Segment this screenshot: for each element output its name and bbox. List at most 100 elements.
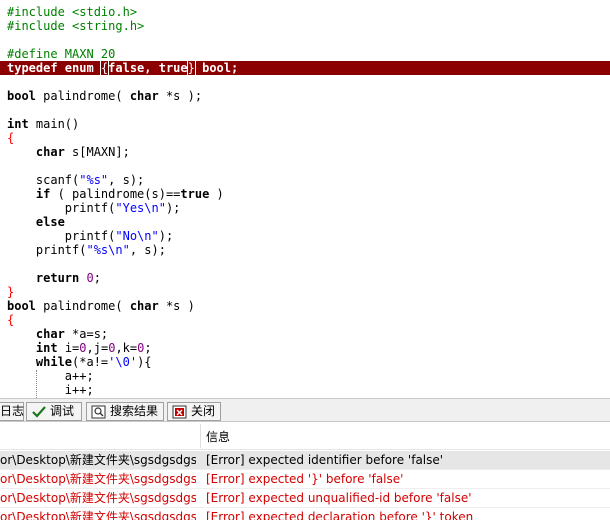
code-token: true bbox=[180, 187, 210, 201]
code-token: return bbox=[35, 271, 80, 285]
code-line[interactable] bbox=[0, 75, 610, 89]
column-header-message[interactable]: 信息 bbox=[206, 424, 230, 450]
code-token: (*a!= bbox=[72, 355, 109, 369]
code-token: false, true bbox=[108, 61, 188, 75]
code-token: char bbox=[35, 145, 65, 159]
code-line[interactable]: { bbox=[0, 313, 610, 327]
code-token: else bbox=[35, 215, 65, 229]
code-token: char bbox=[35, 327, 65, 341]
code-line[interactable]: #define MAXN 20 bbox=[0, 47, 610, 61]
code-token: if bbox=[35, 187, 51, 201]
code-token: typedef enum bbox=[7, 61, 101, 75]
code-line[interactable]: scanf("%s", s); bbox=[0, 173, 610, 187]
code-token: '\0' bbox=[108, 355, 138, 369]
code-line[interactable]: char s[MAXN]; bbox=[0, 145, 610, 159]
code-line[interactable] bbox=[0, 33, 610, 47]
code-line[interactable]: int main() bbox=[0, 117, 610, 131]
bottom-panel-tabs: 日志 调试 搜索结果 关闭 bbox=[0, 398, 610, 422]
result-row[interactable]: or\Desktop\新建文件夹\sgsdgsdgs... [Error] exp… bbox=[0, 489, 610, 508]
code-token: int bbox=[35, 341, 58, 355]
code-line[interactable]: i++; bbox=[0, 383, 610, 397]
result-file-cell: or\Desktop\新建文件夹\sgsdgsdgs... bbox=[0, 491, 196, 505]
code-token: , s); bbox=[129, 243, 166, 257]
code-line[interactable]: return 0; bbox=[0, 271, 610, 285]
tab-close[interactable]: 关闭 bbox=[167, 402, 221, 421]
code-token: printf( bbox=[7, 201, 116, 215]
code-token: #include <string.h> bbox=[7, 19, 145, 33]
code-token: palindrome( bbox=[35, 89, 130, 103]
code-line[interactable]: { bbox=[0, 131, 610, 145]
code-token: ); bbox=[158, 229, 174, 243]
code-token: scanf( bbox=[7, 173, 80, 187]
code-token: "%s" bbox=[79, 173, 109, 187]
code-line[interactable]: printf("Yes\n"); bbox=[0, 201, 610, 215]
code-token: ( palindrome(s)== bbox=[50, 187, 181, 201]
code-token: *s ) bbox=[158, 299, 195, 313]
tab-debug[interactable]: 调试 bbox=[26, 402, 82, 421]
code-line[interactable]: bool palindrome( char *s ); bbox=[0, 89, 610, 103]
code-token: printf( bbox=[7, 243, 87, 257]
search-icon bbox=[91, 405, 107, 419]
result-file-cell: or\Desktop\新建文件夹\sgsdgsdgs... bbox=[0, 453, 196, 467]
code-line[interactable]: #include <string.h> bbox=[0, 19, 610, 33]
code-token: s[MAXN]; bbox=[64, 145, 130, 159]
code-line[interactable]: bool palindrome( char *s ) bbox=[0, 299, 610, 313]
result-row[interactable]: or\Desktop\新建文件夹\sgsdgsdgs... [Error] exp… bbox=[0, 470, 610, 489]
code-token: char bbox=[129, 89, 159, 103]
result-file-cell: or\Desktop\新建文件夹\sgsdgsdgs... bbox=[0, 510, 196, 520]
code-token: 0 bbox=[79, 341, 87, 355]
code-token: ) bbox=[209, 187, 224, 201]
tab-debug-label: 调试 bbox=[50, 404, 75, 418]
code-token: printf( bbox=[7, 229, 116, 243]
code-editor[interactable]: #include <stdio.h> #include <string.h> #de… bbox=[0, 0, 610, 398]
code-token: { bbox=[7, 131, 15, 145]
code-line[interactable] bbox=[0, 103, 610, 117]
code-token: ; bbox=[144, 341, 152, 355]
code-token: *s ); bbox=[158, 89, 203, 103]
code-token: while bbox=[35, 355, 73, 369]
code-line[interactable]: char *a=s; bbox=[0, 327, 610, 341]
code-line[interactable]: #include <stdio.h> bbox=[0, 5, 610, 19]
result-message-cell: [Error] expected declaration before '}' … bbox=[206, 510, 474, 520]
code-token: i= bbox=[57, 341, 80, 355]
tab-search-results[interactable]: 搜索结果 bbox=[86, 402, 164, 421]
code-token: 0 bbox=[86, 271, 94, 285]
results-header bbox=[0, 422, 610, 450]
code-token: bool; bbox=[194, 61, 239, 75]
code-line[interactable] bbox=[0, 257, 610, 271]
compile-results-list[interactable]: 信息 or\Desktop\新建文件夹\sgsdgsdgs... [Error] … bbox=[0, 422, 610, 520]
result-row[interactable]: or\Desktop\新建文件夹\sgsdgsdgs... [Error] exp… bbox=[0, 451, 610, 470]
code-token: { bbox=[7, 313, 15, 327]
code-line[interactable]: int i=0,j=0,k=0; bbox=[0, 341, 610, 355]
tab-log[interactable]: 日志 bbox=[0, 402, 24, 421]
close-icon bbox=[172, 405, 188, 419]
code-token: char bbox=[129, 299, 159, 313]
error-highlighted-line[interactable]: typedef enum {false, true} bool; bbox=[0, 60, 610, 76]
tab-close-label: 关闭 bbox=[191, 404, 216, 418]
code-token: ); bbox=[165, 201, 181, 215]
tab-search-results-label: 搜索结果 bbox=[110, 404, 159, 418]
code-line[interactable]: while(*a!='\0'){ bbox=[0, 355, 610, 369]
code-line[interactable] bbox=[0, 159, 610, 173]
code-token: i++; bbox=[7, 383, 94, 397]
result-row[interactable]: or\Desktop\新建文件夹\sgsdgsdgs... [Error] exp… bbox=[0, 508, 610, 520]
code-line[interactable]: else bbox=[0, 215, 610, 229]
code-line[interactable]: a++; bbox=[0, 369, 610, 383]
code-token: } bbox=[7, 285, 15, 299]
code-line[interactable]: printf("%s\n", s); bbox=[0, 243, 610, 257]
code-line[interactable]: printf("No\n"); bbox=[0, 229, 610, 243]
code-line[interactable]: if ( palindrome(s)==true ) bbox=[0, 187, 610, 201]
code-line[interactable]: } bbox=[0, 285, 610, 299]
code-token: ){ bbox=[137, 355, 152, 369]
result-message-cell: [Error] expected unqualified-id before '… bbox=[206, 491, 472, 505]
column-separator[interactable] bbox=[200, 424, 201, 448]
code-token: a++; bbox=[7, 369, 94, 383]
